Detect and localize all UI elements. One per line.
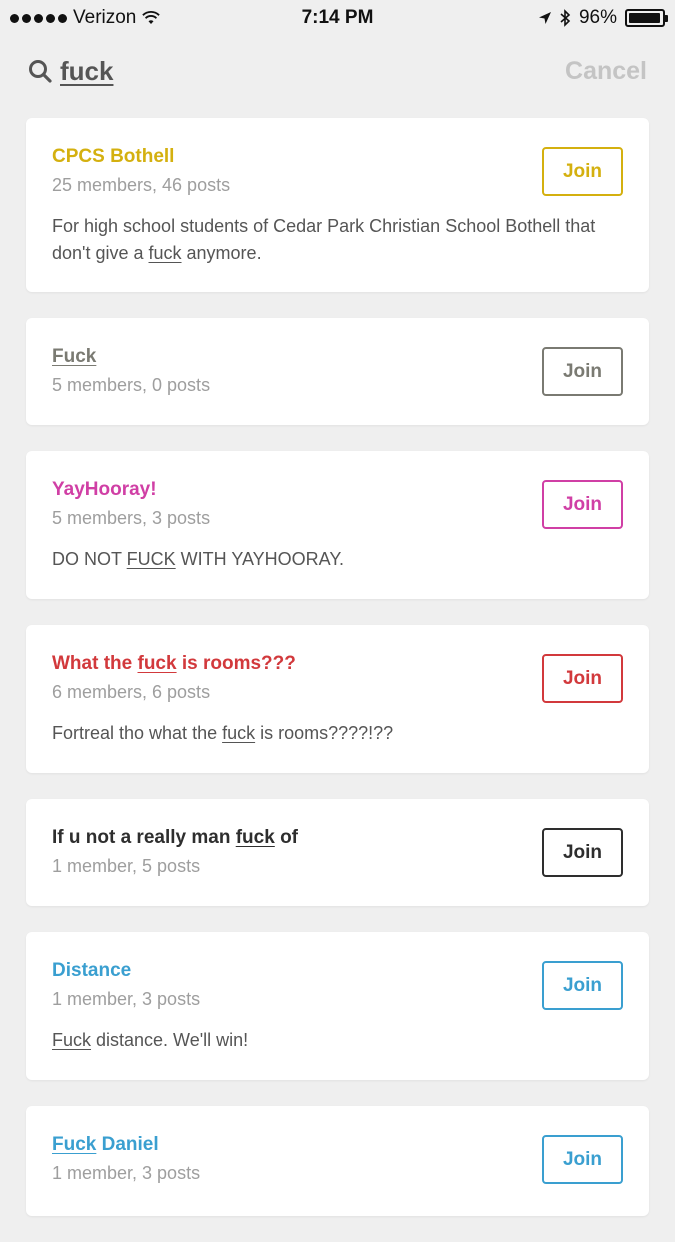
text-segment: YayHooray!: [52, 479, 157, 500]
search-match: fuck: [148, 243, 182, 263]
room-title: What the fuck is rooms???: [52, 653, 623, 675]
text-segment: WITH YAYHOORAY.: [175, 549, 345, 569]
text-segment: DO NOT: [52, 549, 127, 569]
room-title: Fuck: [52, 346, 623, 368]
room-description: Fortreal tho what the fuck is rooms????!…: [52, 720, 623, 747]
join-button[interactable]: Join: [542, 1135, 623, 1184]
room-description: For high school students of Cedar Park C…: [52, 213, 623, 267]
room-card[interactable]: CPCS Bothell 25 members, 46 posts For high…: [26, 118, 649, 292]
search-match: Fuck: [52, 346, 97, 367]
search-match: fuck: [235, 827, 275, 848]
cancel-button[interactable]: Cancel: [565, 57, 647, 86]
join-button[interactable]: Join: [542, 828, 623, 877]
search-field[interactable]: fuck: [28, 56, 113, 87]
join-button[interactable]: Join: [542, 347, 623, 396]
room-description: Fuck distance. We'll win!: [52, 1027, 623, 1054]
room-title: Fuck Daniel: [52, 1134, 623, 1156]
battery-percent: 96%: [578, 7, 617, 28]
text-segment: CPCS Bothell: [52, 146, 175, 167]
text-segment: Fortreal tho what the: [52, 723, 223, 743]
room-stats: 1 member, 3 posts: [52, 1163, 201, 1183]
room-card[interactable]: YayHooray! 5 members, 3 posts DO NOT FUCK …: [26, 451, 649, 599]
room-stats: 1 member, 3 posts: [52, 989, 201, 1009]
room-card[interactable]: Distance 1 member, 3 posts Fuck distance. …: [26, 932, 649, 1080]
join-button[interactable]: Join: [542, 654, 623, 703]
room-stats: 6 members, 6 posts: [52, 682, 211, 702]
search-match: fuck: [222, 723, 256, 743]
room-title: If u not a really man fuck of: [52, 827, 623, 849]
search-match: Fuck: [52, 1134, 97, 1155]
location-arrow-icon: [538, 12, 551, 24]
room-title: CPCS Bothell: [52, 146, 623, 168]
signal-strength-icon: [10, 13, 67, 23]
carrier-info: Verizon: [10, 7, 161, 29]
text-segment: of: [274, 827, 299, 848]
status-bar: Verizon 7:14 PM 96%: [0, 0, 675, 36]
room-description: DO NOT FUCK WITH YAYHOORAY.: [52, 546, 623, 573]
text-segment: anymore.: [181, 243, 262, 263]
room-list: CPCS Bothell 25 members, 46 posts For high…: [26, 118, 649, 1242]
room-stats: 25 members, 46 posts: [52, 175, 231, 195]
join-button[interactable]: Join: [542, 147, 623, 196]
room-stats: 5 members, 3 posts: [52, 508, 211, 528]
join-button[interactable]: Join: [542, 480, 623, 529]
bluetooth-icon: [560, 9, 571, 27]
text-segment: is rooms???: [176, 653, 296, 674]
search-bar: fuck Cancel: [0, 36, 675, 106]
search-input[interactable]: fuck: [60, 56, 113, 87]
battery-icon: [625, 9, 668, 27]
text-segment: For high school students of Cedar Park C…: [52, 216, 596, 263]
search-match: fuck: [137, 653, 177, 674]
room-stats: 1 member, 5 posts: [52, 856, 201, 876]
status-right: 96%: [538, 7, 668, 29]
carrier-name: Verizon: [73, 7, 137, 28]
wifi-icon: [142, 11, 161, 24]
text-segment: Daniel: [96, 1134, 159, 1155]
room-card[interactable]: Fuck 5 members, 0 posts Join: [26, 318, 649, 425]
text-segment: distance. We'll win!: [91, 1030, 249, 1050]
room-stats: 5 members, 0 posts: [52, 375, 211, 395]
search-match: Fuck: [52, 1030, 92, 1050]
join-button[interactable]: Join: [542, 961, 623, 1010]
room-title: Distance: [52, 960, 623, 982]
room-card[interactable]: What the fuck is rooms??? 6 members, 6 po…: [26, 625, 649, 773]
text-segment: What the: [52, 653, 138, 674]
room-card[interactable]: If u not a really man fuck of 1 member, 5…: [26, 799, 649, 906]
search-icon: [29, 60, 52, 83]
text-segment: is rooms????!??: [255, 723, 394, 743]
text-segment: Distance: [52, 960, 132, 981]
text-segment: If u not a really man: [52, 827, 236, 848]
search-match: FUCK: [126, 549, 176, 569]
room-title: YayHooray!: [52, 479, 623, 501]
